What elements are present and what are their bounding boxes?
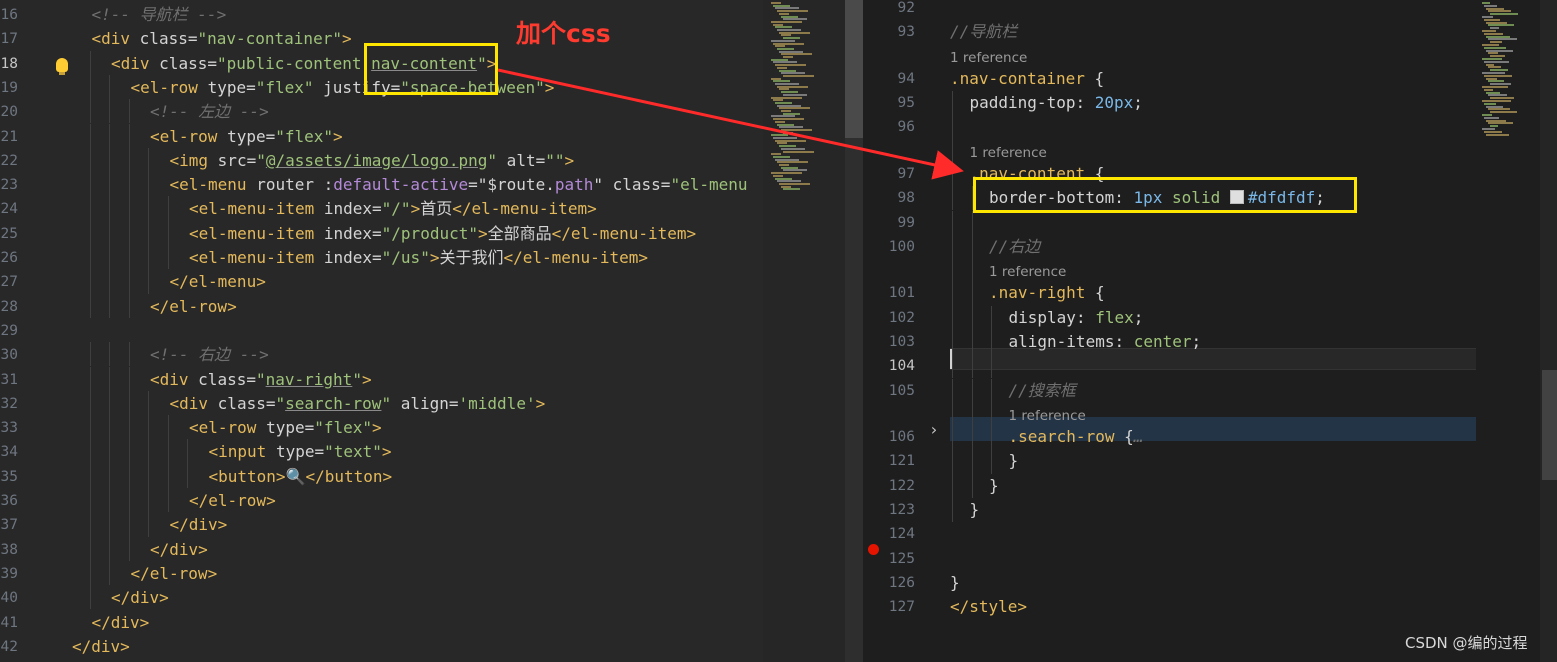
annotation-arrow [497,68,964,180]
watermark: CSDN @编的过程 [1405,634,1528,652]
